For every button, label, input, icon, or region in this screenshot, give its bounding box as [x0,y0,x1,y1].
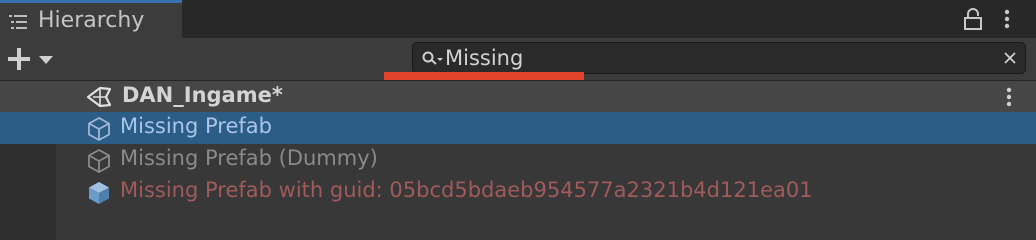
scene-header[interactable]: DAN_Ingame* [0,80,1036,112]
tree-item-label: Missing Prefab [120,114,272,138]
tree-item-label: Missing Prefab with guid: 05bcd5bdaeb954… [120,178,813,202]
tab-title: Hierarchy [38,8,145,33]
search-icon[interactable] [421,50,445,68]
tab-bar: Hierarchy [0,0,1036,38]
tree-row-missing-prefab-dummy[interactable]: Missing Prefab (Dummy) [0,144,1036,176]
tree-row-missing-prefab-guid[interactable]: Missing Prefab with guid: 05bcd5bdaeb954… [0,176,1036,208]
unity-icon [86,86,112,108]
add-object-button[interactable] [2,42,62,76]
more-options-icon[interactable] [1000,8,1014,30]
scene-menu-icon[interactable] [1003,86,1015,108]
lock-icon[interactable] [962,8,984,30]
prefab-cube-outline-icon [88,117,110,141]
hierarchy-tree: Missing Prefab Missing Prefab (Dummy) Mi… [0,112,1036,240]
hierarchy-list-icon [9,15,27,29]
scene-name: DAN_Ingame* [122,83,283,107]
tree-item-label: Missing Prefab (Dummy) [120,146,378,170]
tree-row-missing-prefab[interactable]: Missing Prefab [0,112,1036,144]
search-input[interactable] [445,45,985,71]
prefab-cube-outline-icon [88,149,110,173]
plus-icon [8,48,30,70]
tab-hierarchy[interactable]: Hierarchy [0,0,182,38]
close-icon[interactable] [1003,51,1017,65]
search-field[interactable] [412,42,1026,74]
prefab-cube-filled-icon [89,182,109,204]
chevron-down-icon [39,56,53,64]
highlight-underline [384,72,584,80]
selection-gutter [0,112,56,144]
